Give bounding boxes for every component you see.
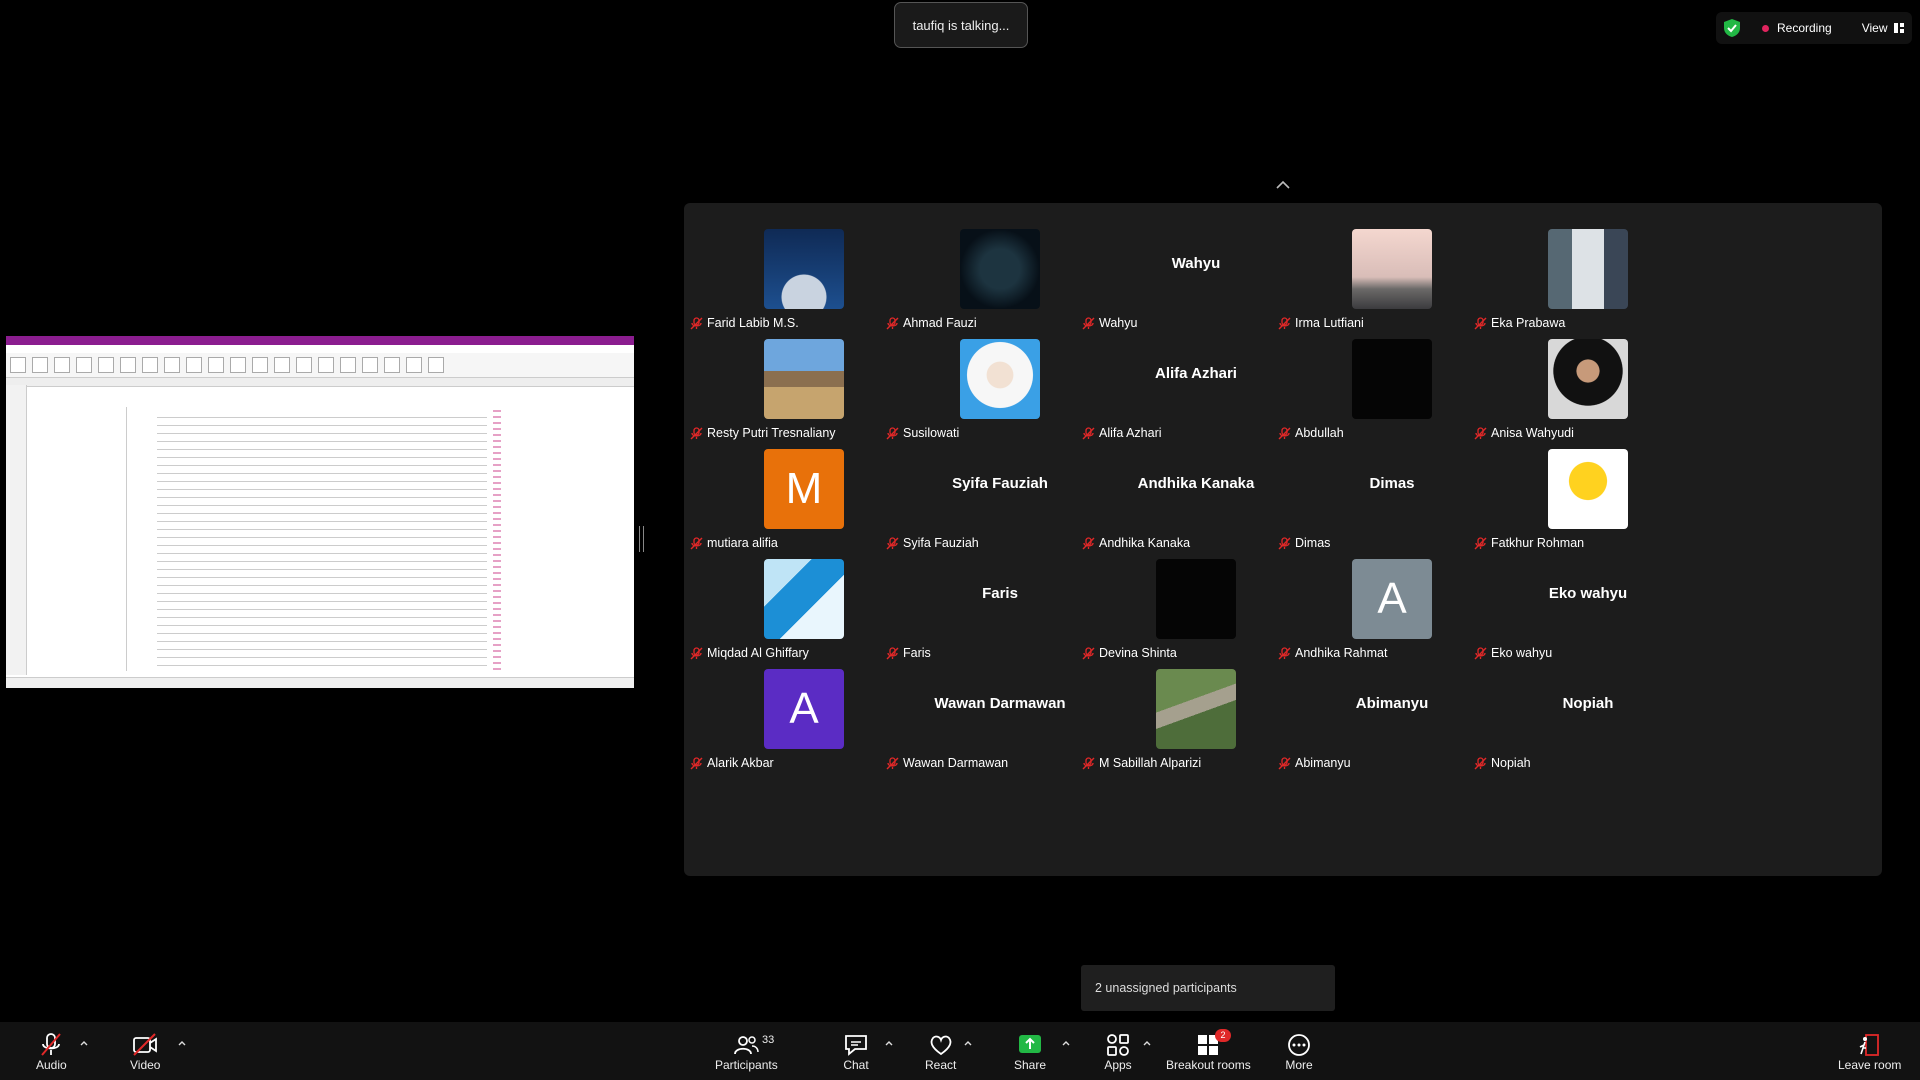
shared-screen bbox=[6, 336, 634, 688]
meeting-toolbar: Audio Video Participants 33 Chat React S… bbox=[0, 1022, 1920, 1080]
avatar-initial: A bbox=[789, 684, 819, 733]
gallery-panel: Farid Labib M.S. Ahmad Fauzi Wahyu Wahyu Irm… bbox=[684, 203, 1882, 876]
shared-app-titlebar bbox=[6, 336, 634, 345]
audio-options-caret-icon[interactable] bbox=[79, 1038, 89, 1048]
chat-icon bbox=[845, 1035, 867, 1056]
mic-muted-icon bbox=[1082, 756, 1095, 769]
leave-icon bbox=[1859, 1034, 1879, 1056]
participants-icon bbox=[734, 1036, 760, 1055]
video-options-caret-icon[interactable] bbox=[177, 1038, 187, 1048]
share-screen-icon bbox=[1019, 1035, 1042, 1053]
shared-app-tabs bbox=[6, 378, 634, 387]
participant-tile[interactable]: Nopiah Nopiah bbox=[1468, 643, 1708, 778]
chevron-up-icon bbox=[1276, 180, 1290, 189]
participant-name-label: Nopiah bbox=[1474, 756, 1531, 770]
participant-avatar bbox=[764, 339, 844, 419]
more-button[interactable]: More bbox=[1285, 1032, 1313, 1072]
participant-avatar bbox=[1548, 229, 1628, 309]
breakout-rooms-badge: 2 bbox=[1215, 1029, 1231, 1042]
share-button[interactable]: Share bbox=[1014, 1032, 1046, 1072]
mic-muted-icon bbox=[1474, 756, 1487, 769]
participant-avatar bbox=[1156, 669, 1236, 749]
recording-dot-icon bbox=[1762, 24, 1769, 32]
participant-avatar: A bbox=[764, 669, 844, 749]
react-button[interactable]: React bbox=[925, 1032, 956, 1072]
breakout-rooms-button[interactable]: Breakout rooms bbox=[1166, 1032, 1251, 1072]
shared-app-statusbar bbox=[6, 677, 634, 688]
participant-avatar bbox=[1352, 339, 1432, 419]
shared-app-sidebar bbox=[6, 385, 27, 675]
participant-avatar bbox=[1352, 229, 1432, 309]
apps-button[interactable]: Apps bbox=[1104, 1032, 1132, 1072]
participant-name-label: Abimanyu bbox=[1278, 756, 1351, 770]
participant-avatar bbox=[960, 339, 1040, 419]
leave-room-button[interactable]: Leave room bbox=[1838, 1032, 1901, 1072]
grid-icon bbox=[1893, 23, 1904, 33]
active-speaker-indicator: taufiq is talking... bbox=[894, 2, 1028, 48]
video-off-icon bbox=[133, 1033, 158, 1056]
mic-muted-icon bbox=[886, 756, 899, 769]
participant-display-name: Nopiah bbox=[1562, 695, 1614, 712]
recording-label: Recording bbox=[1777, 21, 1832, 35]
share-options-caret-icon[interactable] bbox=[1061, 1038, 1071, 1048]
participant-display-name: Eko wahyu bbox=[1548, 585, 1628, 602]
unassigned-participants-tooltip: 2 unassigned participants bbox=[1081, 965, 1335, 1011]
mic-muted-icon bbox=[690, 756, 703, 769]
avatar-initial: M bbox=[785, 464, 823, 513]
mic-muted-icon bbox=[41, 1033, 62, 1056]
shared-watermark bbox=[493, 406, 501, 670]
participant-name-label: M Sabillah Alparizi bbox=[1082, 756, 1201, 770]
participant-avatar: M bbox=[764, 449, 844, 529]
participants-count: 33 bbox=[762, 1034, 775, 1046]
react-options-caret-icon[interactable] bbox=[963, 1038, 973, 1048]
shared-app-ribbon bbox=[6, 353, 634, 378]
participant-avatar bbox=[1548, 339, 1628, 419]
chat-button[interactable]: Chat bbox=[842, 1032, 870, 1072]
shield-icon bbox=[1724, 19, 1740, 37]
more-icon bbox=[1288, 1034, 1310, 1056]
splitter-handle[interactable] bbox=[639, 526, 644, 552]
view-button[interactable]: View bbox=[1862, 21, 1904, 35]
collapse-gallery-button[interactable] bbox=[1250, 172, 1316, 198]
avatar-initial: A bbox=[1377, 574, 1407, 623]
apps-icon bbox=[1107, 1034, 1129, 1056]
video-button[interactable]: Video bbox=[130, 1032, 160, 1072]
participant-avatar bbox=[764, 229, 844, 309]
participant-avatar bbox=[1548, 449, 1628, 529]
heart-icon bbox=[930, 1035, 951, 1056]
recording-bar: Recording View bbox=[1716, 12, 1912, 44]
mic-muted-icon bbox=[1278, 756, 1291, 769]
shared-app-menu bbox=[6, 345, 634, 353]
participant-avatar bbox=[764, 559, 844, 639]
shared-document-page bbox=[126, 407, 497, 671]
chat-options-caret-icon[interactable] bbox=[884, 1038, 894, 1048]
participant-name-label: Alarik Akbar bbox=[690, 756, 774, 770]
participant-name-label: Wawan Darmawan bbox=[886, 756, 1008, 770]
apps-options-caret-icon[interactable] bbox=[1142, 1038, 1152, 1048]
participant-avatar bbox=[1156, 559, 1236, 639]
participant-avatar: A bbox=[1352, 559, 1432, 639]
participant-avatar bbox=[960, 229, 1040, 309]
audio-button[interactable]: Audio bbox=[36, 1032, 67, 1072]
